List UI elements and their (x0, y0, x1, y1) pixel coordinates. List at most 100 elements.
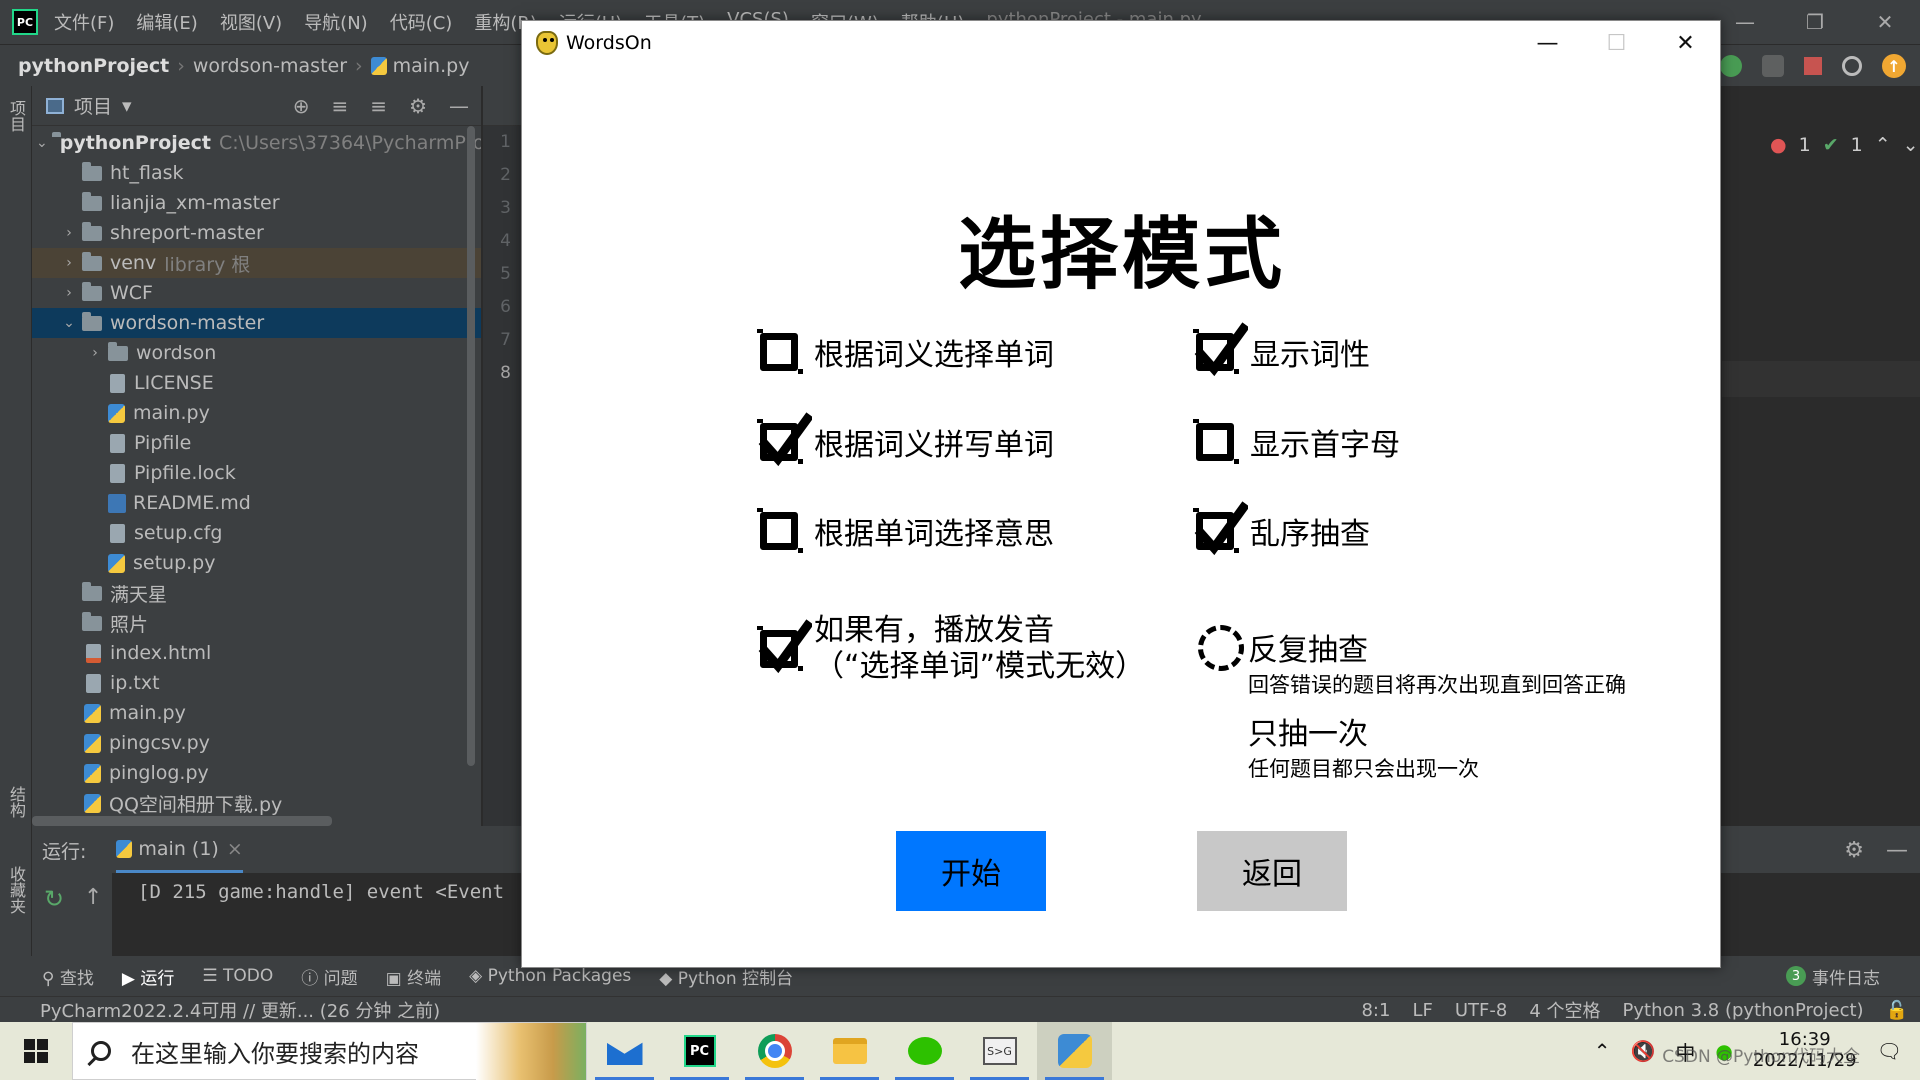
tree-item[interactable]: ht_flask (32, 158, 481, 188)
tab-run[interactable]: ▶ 运行 (122, 964, 174, 989)
chevron-right-icon[interactable]: › (60, 285, 78, 301)
status-message[interactable]: PyCharm2022.2.4可用 // 更新... (26 分钟 之前) (40, 997, 440, 1023)
checkbox-checked-icon[interactable] (1190, 501, 1248, 556)
minimize-icon[interactable]: — (1513, 21, 1582, 65)
chevron-down-icon[interactable]: ⌄ (1903, 134, 1919, 156)
tree-item[interactable]: main.py (32, 698, 481, 728)
back-button[interactable]: 返回 (1197, 831, 1347, 911)
tree-item-selected[interactable]: ⌄ wordson-master (32, 308, 481, 338)
project-panel-title[interactable]: 项目 (74, 92, 112, 119)
taskbar-search[interactable]: 在这里输入你要搜索的内容 (72, 1022, 587, 1080)
stripe-structure[interactable]: 结构 (4, 786, 28, 818)
taskbar-terminal[interactable]: S>G (962, 1022, 1037, 1080)
tree-item[interactable]: setup.py (32, 548, 481, 578)
hide-icon[interactable]: — (1886, 838, 1908, 863)
radio-selected-icon[interactable] (1198, 625, 1244, 671)
tree-item[interactable]: › WCF (32, 278, 481, 308)
breadcrumb-folder[interactable]: wordson-master (193, 55, 347, 77)
option-play-pronunciation[interactable]: 如果有，播放发音 （“选择单词”模式无效） (754, 613, 1145, 685)
indent-setting[interactable]: 4 个空格 (1529, 997, 1600, 1023)
update-icon[interactable]: ↑ (1882, 54, 1906, 78)
run-tab[interactable]: main (1) × (116, 827, 243, 873)
tree-item[interactable]: setup.cfg (32, 518, 481, 548)
coverage-icon[interactable] (1762, 55, 1784, 77)
chevron-right-icon[interactable]: › (86, 345, 104, 361)
chevron-right-icon[interactable]: › (60, 255, 78, 271)
chevron-down-icon[interactable]: ⌄ (36, 135, 48, 151)
tree-item[interactable]: main.py (32, 398, 481, 428)
tree-item[interactable]: README.md (32, 488, 481, 518)
chevron-up-icon[interactable]: ⌃ (1594, 1039, 1611, 1063)
chevron-right-icon[interactable]: › (60, 225, 78, 241)
taskbar-explorer[interactable] (812, 1022, 887, 1080)
line-separator[interactable]: LF (1412, 1000, 1432, 1021)
restore-icon[interactable]: ❐ (1780, 0, 1850, 44)
notification-icon[interactable]: 🗨 (1877, 1039, 1902, 1063)
tree-item[interactable]: pinglog.py (32, 758, 481, 788)
option-choose-word-by-meaning[interactable]: 根据词义选择单词 (754, 327, 1054, 377)
tree-item[interactable]: Pipfile.lock (32, 458, 481, 488)
tree-item[interactable]: ip.txt (32, 668, 481, 698)
taskbar-chrome[interactable] (737, 1022, 812, 1080)
event-log[interactable]: 3 事件日志 (1786, 964, 1880, 989)
gear-icon[interactable]: ⚙ (1844, 838, 1864, 863)
menu-navigate[interactable]: 导航(N) (304, 9, 368, 35)
checkbox-checked-icon[interactable] (754, 619, 812, 674)
stripe-favorites[interactable]: 收藏夹 (4, 866, 28, 914)
tab-python-packages[interactable]: ◈ Python Packages (469, 966, 631, 986)
interpreter[interactable]: Python 3.8 (pythonProject) (1623, 1000, 1864, 1021)
search-icon[interactable] (1842, 56, 1862, 76)
menu-edit[interactable]: 编辑(E) (136, 9, 197, 35)
taskbar-pycharm[interactable]: PC (662, 1022, 737, 1080)
wordson-titlebar[interactable]: WordsOn — ☐ ✕ (522, 21, 1720, 65)
tree-item[interactable]: Pipfile (32, 428, 481, 458)
locate-icon[interactable]: ⊕ (293, 94, 310, 118)
collapse-all-icon[interactable]: ≡ (370, 94, 387, 118)
checkbox-icon[interactable] (754, 506, 803, 556)
chevron-down-icon[interactable]: ⌄ (60, 315, 78, 331)
option-choose-meaning-by-word[interactable]: 根据单词选择意思 (754, 506, 1054, 556)
arrow-up-icon[interactable]: ↑ (84, 885, 102, 910)
taskbar-mail[interactable] (587, 1022, 662, 1080)
lock-icon[interactable]: 🔓 (1886, 1000, 1908, 1021)
tree-item[interactable]: lianjia_xm-master (32, 188, 481, 218)
volume-mute-icon[interactable]: 🔇 (1631, 1039, 1656, 1063)
tree-item[interactable]: 满天星 (32, 578, 481, 608)
hide-icon[interactable]: — (449, 94, 469, 118)
stop-icon[interactable] (1804, 57, 1822, 75)
tab-terminal[interactable]: ▣ 终端 (386, 964, 441, 989)
breadcrumb-project[interactable]: pythonProject (18, 55, 169, 77)
option-show-part-of-speech[interactable]: 显示词性 (1190, 322, 1370, 377)
gear-icon[interactable]: ⚙ (409, 94, 427, 118)
close-icon[interactable]: ✕ (1651, 21, 1720, 65)
inspection-widget[interactable]: ● 1 ✔ 1 ⌃ ⌄ (1770, 134, 1919, 156)
option-spell-word-by-meaning[interactable]: 根据词义拼写单词 (754, 412, 1054, 467)
tab-problems[interactable]: ⓘ 问题 (301, 964, 357, 989)
menu-file[interactable]: 文件(F) (54, 9, 114, 35)
taskbar-wechat[interactable] (887, 1022, 962, 1080)
tree-root[interactable]: ⌄ pythonProject C:\Users\37364\PycharmPr… (32, 128, 481, 158)
option-random-order[interactable]: 乱序抽查 (1190, 501, 1370, 556)
tree-item[interactable]: QQ空间相册下载.py (32, 788, 481, 818)
menu-code[interactable]: 代码(C) (390, 9, 453, 35)
option-show-first-letter[interactable]: 显示首字母 (1190, 417, 1400, 467)
tree-item[interactable]: › shreport-master (32, 218, 481, 248)
menu-view[interactable]: 视图(V) (220, 9, 282, 35)
breadcrumb-file[interactable]: main.py (393, 55, 470, 77)
checkbox-checked-icon[interactable] (754, 412, 812, 467)
checkbox-icon[interactable] (754, 327, 803, 377)
tree-item[interactable]: 照片 (32, 608, 481, 638)
tab-todo[interactable]: ☰ TODO (202, 966, 273, 986)
chevron-down-icon[interactable]: ▾ (122, 95, 132, 117)
close-icon[interactable]: × (227, 838, 243, 860)
close-icon[interactable]: ✕ (1850, 0, 1920, 44)
checkbox-icon[interactable] (1190, 417, 1239, 467)
radio-repeat-check[interactable]: 反复抽查 回答错误的题目将再次出现直到回答正确 (1198, 625, 1626, 699)
expand-all-icon[interactable]: ≡ (332, 94, 349, 118)
file-encoding[interactable]: UTF-8 (1455, 1000, 1507, 1021)
tree-item[interactable]: › venv library 根 (32, 248, 481, 278)
taskbar-python[interactable] (1037, 1022, 1112, 1080)
tree-item[interactable]: LICENSE (32, 368, 481, 398)
tab-find[interactable]: ⚲ 查找 (42, 964, 94, 989)
tree-scrollbar-vertical[interactable] (467, 126, 475, 766)
